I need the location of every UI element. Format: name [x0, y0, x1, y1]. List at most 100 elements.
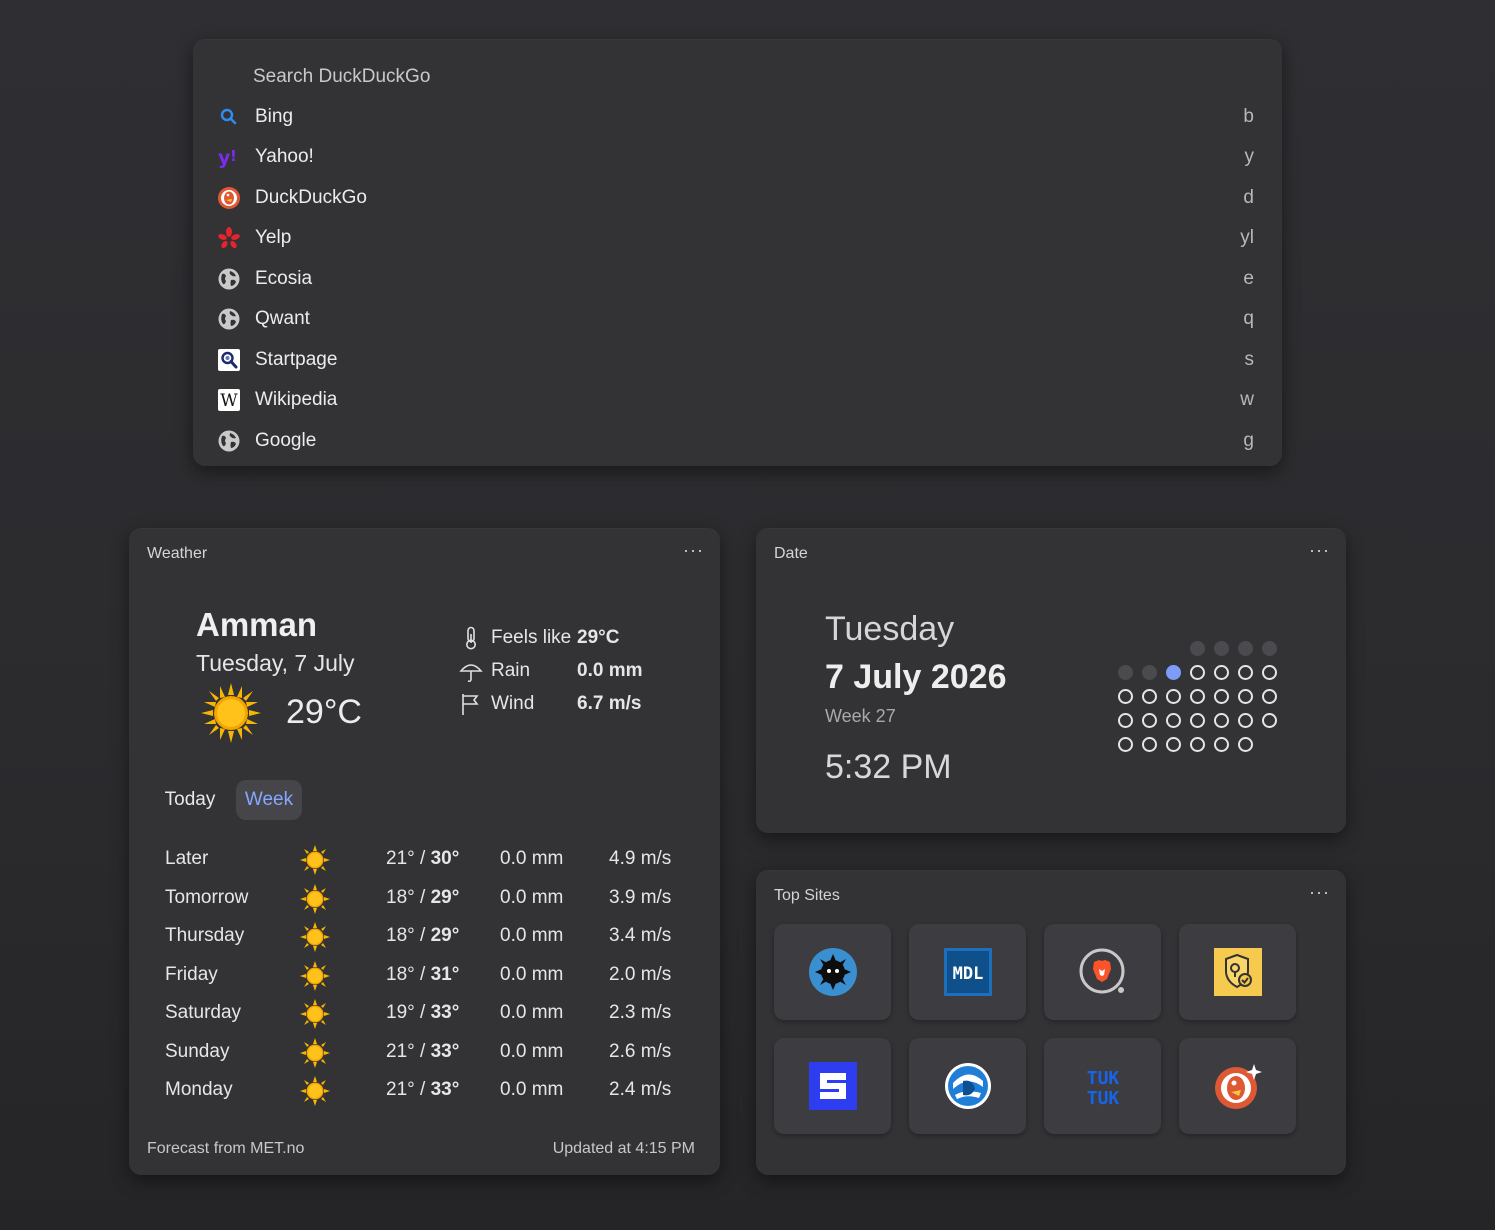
calendar-day-dot: [1166, 737, 1181, 752]
calendar-day-dot: [1238, 713, 1253, 728]
calendar-day-dot: [1214, 665, 1229, 680]
forecast-day: Thursday: [165, 925, 245, 946]
engine-yelp[interactable]: Yelp yl: [209, 218, 1266, 258]
week-number: Week 27: [825, 706, 896, 726]
forecast-wind: 2.0 m/s: [609, 963, 672, 985]
top-sites-more-button[interactable]: ···: [1309, 882, 1330, 903]
top-site-tile[interactable]: [1179, 1038, 1296, 1134]
forecast-row: Saturday 19° / 33° 0.0 mm 2.3 m/s: [165, 999, 685, 1029]
forecast-rain: 0.0 mm: [500, 925, 564, 946]
forecast-rain: 0.0 mm: [500, 963, 564, 985]
month-dot-calendar: [1118, 641, 1286, 761]
svg-text:TUK: TUK: [1086, 1068, 1119, 1089]
engine-startpage[interactable]: Startpage s: [209, 340, 1266, 380]
top-site-tile[interactable]: [909, 1038, 1026, 1134]
engine-shortcut: w: [1240, 389, 1254, 410]
top-site-tile[interactable]: [774, 924, 891, 1020]
wikipedia-icon: W: [217, 388, 241, 412]
engine-name: Yelp: [255, 227, 292, 248]
forecast-row: Sunday 21° / 33° 0.0 mm 2.6 m/s: [165, 1037, 685, 1068]
engine-shortcut: b: [1243, 106, 1254, 127]
forecast-day: Monday: [165, 1079, 233, 1100]
tuk-tuk-site-icon: TUK TUK: [1078, 1061, 1128, 1111]
top-site-tile[interactable]: MDL: [909, 924, 1026, 1020]
forecast-high: 30°: [430, 848, 460, 869]
weather-more-button[interactable]: ···: [683, 540, 704, 561]
calendar-day-dot: [1214, 641, 1229, 656]
engine-ecosia[interactable]: Ecosia e: [209, 259, 1266, 299]
search-panel: Bing b y! Yahoo! y DuckDuckGo d Yelp yl …: [193, 39, 1282, 466]
tab-today[interactable]: Today: [155, 780, 225, 820]
calendar-day-dot: [1262, 713, 1277, 728]
date-card-title: Date: [774, 545, 808, 562]
wind-row: Wind 6.7 m/s: [459, 692, 641, 716]
calendar-day-dot: [1214, 737, 1229, 752]
startpage-icon: [217, 348, 241, 372]
engine-qwant[interactable]: Qwant q: [209, 299, 1266, 339]
calendar-day-dot: [1166, 689, 1181, 704]
engine-name: Wikipedia: [255, 389, 338, 410]
calendar-day-dot: [1214, 713, 1229, 728]
forecast-row: Monday 21° / 33° 0.0 mm 2.4 m/s: [165, 1076, 685, 1106]
svg-text:TUK: TUK: [1086, 1088, 1119, 1109]
date-more-button[interactable]: ···: [1309, 540, 1330, 561]
calendar-day-dot: [1238, 641, 1253, 656]
top-site-tile[interactable]: TUK TUK: [1044, 1038, 1161, 1134]
engine-shortcut: yl: [1240, 227, 1254, 248]
forecast-low: 21° /: [386, 1040, 431, 1062]
forecast-day: Later: [165, 848, 209, 869]
engine-shortcut: s: [1244, 349, 1255, 370]
forecast-day: Friday: [165, 963, 218, 985]
duckduckgo-ai-site-icon: [1213, 1061, 1263, 1111]
calendar-day-dot: [1214, 689, 1229, 704]
tab-week[interactable]: Week: [236, 780, 302, 820]
forecast-low: 18° /: [386, 963, 431, 985]
top-site-tile[interactable]: [1179, 924, 1296, 1020]
engine-name: Google: [255, 430, 317, 451]
forecast-rain: 0.0 mm: [500, 848, 564, 869]
forecast-wind: 2.6 m/s: [609, 1040, 672, 1062]
engine-yahoo[interactable]: y! Yahoo! y: [209, 137, 1266, 177]
sun-icon: [300, 1076, 330, 1106]
forecast-wind: 4.9 m/s: [609, 848, 672, 869]
s-logo-site-icon: [808, 1061, 858, 1111]
calendar-day-dot: [1118, 689, 1133, 704]
feels-like-row: Feels like 29°C: [459, 626, 619, 650]
forecast-wind: 2.4 m/s: [609, 1079, 672, 1100]
top-site-tile[interactable]: [774, 1038, 891, 1134]
calendar-day-dot: [1190, 713, 1205, 728]
weather-card: Weather ··· Amman Tuesday, 7 July 29°C F…: [129, 528, 720, 1175]
forecast-low: 21° /: [386, 848, 431, 869]
date-card: Date ··· Tuesday 7 July 2026 Week 27 5:3…: [756, 528, 1346, 833]
search-input[interactable]: [253, 63, 1153, 91]
calendar-day-dot: [1190, 665, 1205, 680]
wind-flag-icon: [459, 692, 483, 716]
forecast-rain: 0.0 mm: [500, 1040, 564, 1062]
calendar-day-dot: [1118, 665, 1133, 680]
calendar-day-dot: [1166, 713, 1181, 728]
weather-temperature: 29°C: [286, 693, 362, 731]
forecast-high: 31°: [430, 963, 460, 985]
engine-duckduckgo[interactable]: DuckDuckGo d: [209, 178, 1266, 218]
forecast-temp-range: 19° / 33°: [386, 1002, 459, 1024]
top-site-tile[interactable]: [1044, 924, 1161, 1020]
engine-bing[interactable]: Bing b: [209, 97, 1266, 137]
engine-name: Startpage: [255, 349, 338, 370]
engine-shortcut: q: [1243, 308, 1254, 329]
forecast-wind: 3.4 m/s: [609, 925, 672, 946]
forecast-high: 33°: [430, 1002, 460, 1023]
engine-shortcut: e: [1243, 268, 1254, 289]
engine-wikipedia[interactable]: W Wikipedia w: [209, 380, 1266, 420]
engine-google[interactable]: Google g: [209, 421, 1266, 461]
forecast-temp-range: 18° / 29°: [386, 925, 459, 947]
forecast-temp-range: 18° / 31°: [386, 964, 459, 986]
weather-city: Amman: [196, 606, 318, 643]
engine-name: Bing: [255, 106, 294, 127]
engine-name: Qwant: [255, 308, 310, 329]
forecast-row: Later 21° / 30° 0.0 mm 4.9 m/s: [165, 845, 685, 875]
feels-like-value: 29°C: [577, 627, 620, 648]
full-date: 7 July 2026: [825, 658, 1007, 696]
calendar-day-dot: [1118, 713, 1133, 728]
umbrella-icon: [459, 659, 483, 683]
forecast-temp-range: 21° / 33°: [386, 1079, 459, 1101]
